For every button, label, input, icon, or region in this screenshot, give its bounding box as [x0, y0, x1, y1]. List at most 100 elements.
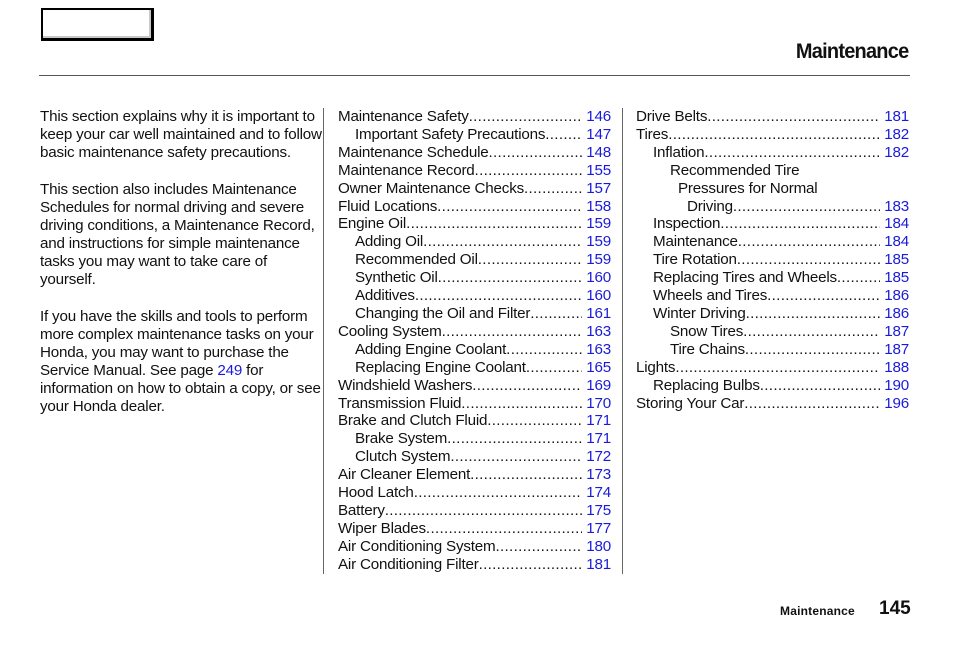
toc-leader-dots	[675, 359, 880, 377]
toc-page-link[interactable]: 186	[880, 305, 909, 323]
toc-entry[interactable]: Battery 175	[338, 502, 611, 520]
toc-page-link[interactable]: 184	[880, 215, 909, 233]
toc-entry[interactable]: Hood Latch 174	[338, 484, 611, 502]
toc-page-link[interactable]: 163	[582, 323, 611, 341]
toc-leader-dots	[487, 412, 582, 430]
toc-entry: Recommended Tire	[636, 162, 909, 180]
toc-entry[interactable]: Inflation 182	[636, 144, 909, 162]
toc-page-link[interactable]: 157	[582, 180, 611, 198]
toc-page-link[interactable]: 163	[582, 341, 611, 359]
toc-entry[interactable]: Inspection 184	[636, 215, 909, 233]
toc-page-link[interactable]: 171	[582, 430, 611, 448]
toc-entry[interactable]: Changing the Oil and Filter 161	[338, 305, 611, 323]
toc-page-link[interactable]: 147	[582, 126, 611, 144]
toc-page-link[interactable]: 186	[880, 287, 909, 305]
toc-entry[interactable]: Cooling System 163	[338, 323, 611, 341]
toc-leader-dots	[450, 448, 582, 466]
intro-text: This section explains why it is importan…	[40, 108, 325, 435]
footer-section-label: Maintenance	[780, 604, 855, 618]
toc-entry[interactable]: Air Cleaner Element 173	[338, 466, 611, 484]
toc-page-link[interactable]: 161	[582, 305, 611, 323]
toc-entry[interactable]: Fluid Locations 158	[338, 198, 611, 216]
toc-entry-label: Maintenance Safety	[338, 108, 469, 125]
toc-entry[interactable]: Important Safety Precautions 147	[338, 126, 611, 144]
toc-page-link[interactable]: 175	[582, 502, 611, 520]
toc-page-link[interactable]: 159	[582, 233, 611, 251]
toc-page-link[interactable]: 184	[880, 233, 909, 251]
toc-page-link[interactable]: 177	[582, 520, 611, 538]
toc-entry[interactable]: Engine Oil 159	[338, 215, 611, 233]
toc-page-link[interactable]: 182	[880, 126, 909, 144]
toc-entry[interactable]: Replacing Engine Coolant 165	[338, 359, 611, 377]
toc-page-link[interactable]: 159	[582, 251, 611, 269]
toc-entry[interactable]: Winter Driving 186	[636, 305, 909, 323]
toc-entry-label: Brake and Clutch Fluid	[338, 412, 488, 430]
toc-entry[interactable]: Replacing Bulbs 190	[636, 377, 909, 395]
toc-leader-dots	[489, 144, 583, 162]
toc-entry-label: Replacing Engine Coolant	[355, 358, 526, 376]
toc-page-link[interactable]: 155	[582, 162, 611, 180]
toc-entry[interactable]: Transmission Fluid 170	[338, 395, 611, 413]
toc-page-link[interactable]: 172	[582, 448, 611, 466]
toc-page-link[interactable]: 160	[582, 287, 611, 305]
toc-entry[interactable]: Tire Rotation 185	[636, 251, 909, 269]
toc-entry[interactable]: Driving 183	[636, 198, 909, 216]
toc-page-link[interactable]: 181	[582, 556, 611, 574]
toc-leader-dots	[495, 538, 582, 556]
toc-page-link[interactable]: 185	[880, 251, 909, 269]
toc-entry[interactable]: Maintenance Schedule 148	[338, 144, 611, 162]
toc-page-link[interactable]: 180	[582, 538, 611, 556]
toc-page-link[interactable]: 169	[582, 377, 611, 395]
toc-entry[interactable]: Storing Your Car 196	[636, 395, 909, 413]
toc-page-link[interactable]: 182	[880, 144, 909, 162]
toc-page-link[interactable]: 165	[582, 359, 611, 377]
toc-entry[interactable]: Brake and Clutch Fluid 171	[338, 412, 611, 430]
toc-entry[interactable]: Tires 182	[636, 126, 909, 144]
toc-entry-label: Tire Rotation	[653, 251, 737, 269]
toc-entry[interactable]: Clutch System 172	[338, 448, 611, 466]
toc-entry[interactable]: Maintenance 184	[636, 233, 909, 251]
toc-page-link[interactable]: 158	[582, 198, 611, 216]
toc-entry[interactable]: Air Conditioning System 180	[338, 538, 611, 556]
toc-entry[interactable]: Lights 188	[636, 359, 909, 377]
toc-leader-dots	[423, 233, 582, 251]
toc-entry[interactable]: Recommended Oil 159	[338, 251, 611, 269]
toc-entry[interactable]: Adding Engine Coolant 163	[338, 341, 611, 359]
toc-page-link[interactable]: 170	[582, 395, 611, 413]
toc-page-link[interactable]: 188	[880, 359, 909, 377]
toc-page-link[interactable]: 159	[582, 215, 611, 233]
toc-page-link[interactable]: 173	[582, 466, 611, 484]
toc-page-link[interactable]: 174	[582, 484, 611, 502]
toc-page-link[interactable]: 183	[880, 198, 909, 216]
toc-page-link[interactable]: 185	[880, 269, 909, 287]
toc-entry[interactable]: Additives 160	[338, 287, 611, 305]
toc-page-link[interactable]: 187	[880, 323, 909, 341]
toc-entry-label: Replacing Tires and Wheels	[653, 269, 837, 287]
toc-page-link[interactable]: 171	[582, 412, 611, 430]
toc-entry[interactable]: Maintenance Safety 146	[338, 108, 611, 126]
toc-page-link[interactable]: 146	[582, 108, 611, 126]
toc-page-link[interactable]: 181	[880, 108, 909, 126]
toc-page-link[interactable]: 187	[880, 341, 909, 359]
toc-leader-dots	[738, 233, 880, 251]
toc-entry-label: Battery	[338, 501, 385, 519]
toc-entry[interactable]: Wiper Blades 177	[338, 520, 611, 538]
toc-entry[interactable]: Wheels and Tires 186	[636, 287, 909, 305]
toc-page-link[interactable]: 148	[582, 144, 611, 162]
toc-entry[interactable]: Brake System 171	[338, 430, 611, 448]
toc-entry[interactable]: Tire Chains 187	[636, 341, 909, 359]
toc-entry[interactable]: Owner Maintenance Checks 157	[338, 180, 611, 198]
toc-entry[interactable]: Replacing Tires and Wheels 185	[636, 269, 909, 287]
toc-entry[interactable]: Adding Oil 159	[338, 233, 611, 251]
toc-entry[interactable]: Snow Tires 187	[636, 323, 909, 341]
toc-entry[interactable]: Windshield Washers 169	[338, 377, 611, 395]
toc-entry[interactable]: Synthetic Oil 160	[338, 269, 611, 287]
toc-page-link[interactable]: 196	[880, 395, 909, 413]
toc-entry[interactable]: Air Conditioning Filter 181	[338, 556, 611, 574]
toc-entry[interactable]: Drive Belts 181	[636, 108, 909, 126]
toc-page-link[interactable]: 160	[582, 269, 611, 287]
toc-page-link[interactable]: 190	[880, 377, 909, 395]
toc-entry[interactable]: Maintenance Record 155	[338, 162, 611, 180]
toc-entry-label: Maintenance Record	[338, 161, 475, 179]
page-249-link[interactable]: 249	[217, 362, 242, 379]
